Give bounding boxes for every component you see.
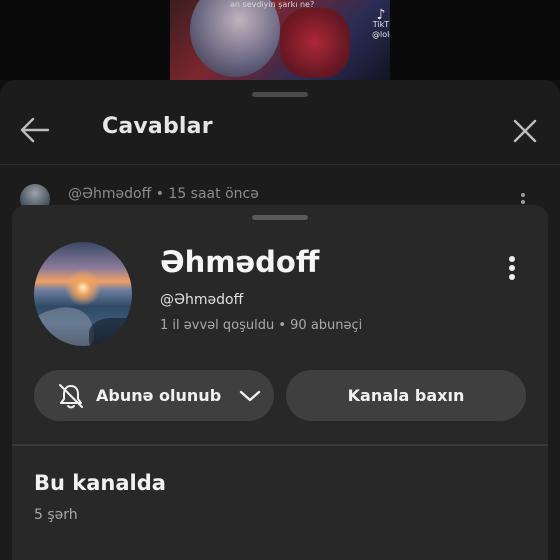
section-subtitle: 5 şərh bbox=[34, 507, 78, 523]
channel-name: Əhmədoff bbox=[160, 245, 320, 279]
subscribed-label: Abunə olunub bbox=[96, 386, 222, 405]
channel-stats: 1 il əvvəl qoşuldu • 90 abunəçi bbox=[160, 318, 363, 333]
view-channel-button[interactable]: Kanala baxın bbox=[286, 370, 526, 421]
drag-handle[interactable] bbox=[252, 215, 308, 220]
comment-meta: @Əhmədoff • 15 saat öncə bbox=[68, 186, 259, 202]
subscribed-button[interactable]: Abunə olunub bbox=[34, 370, 274, 421]
close-icon[interactable] bbox=[512, 118, 538, 144]
video-caption: ən sevdiyin şarkı ne? bbox=[230, 0, 315, 9]
divider bbox=[12, 444, 548, 446]
view-channel-label: Kanala baxın bbox=[347, 386, 465, 405]
arrow-left-icon[interactable] bbox=[18, 116, 52, 144]
channel-avatar[interactable] bbox=[34, 242, 132, 346]
drag-handle[interactable] bbox=[252, 92, 308, 97]
video-player[interactable]: ən sevdiyin şarkı ne? ♪ TikT @lolo bbox=[0, 0, 560, 80]
bell-off-icon bbox=[59, 383, 83, 408]
channel-handle: @Əhmədoff bbox=[160, 292, 244, 308]
divider bbox=[0, 164, 560, 165]
section-title: Bu kanalda bbox=[34, 471, 166, 495]
comment-time: 15 saat öncə bbox=[168, 186, 259, 202]
more-vertical-icon[interactable] bbox=[508, 255, 516, 281]
channel-sheet: Əhmədoff @Əhmədoff 1 il əvvəl qoşuldu • … bbox=[12, 205, 548, 560]
tiktok-watermark: ♪ TikT @lolo bbox=[372, 7, 390, 39]
panel-title: Cavablar bbox=[102, 114, 213, 139]
comment-author[interactable]: @Əhmədoff bbox=[68, 186, 151, 202]
tiktok-logo-icon: ♪ bbox=[376, 7, 386, 23]
chevron-down-icon bbox=[239, 390, 261, 401]
video-thumbnail: ən sevdiyin şarkı ne? ♪ TikT @lolo bbox=[170, 0, 390, 80]
